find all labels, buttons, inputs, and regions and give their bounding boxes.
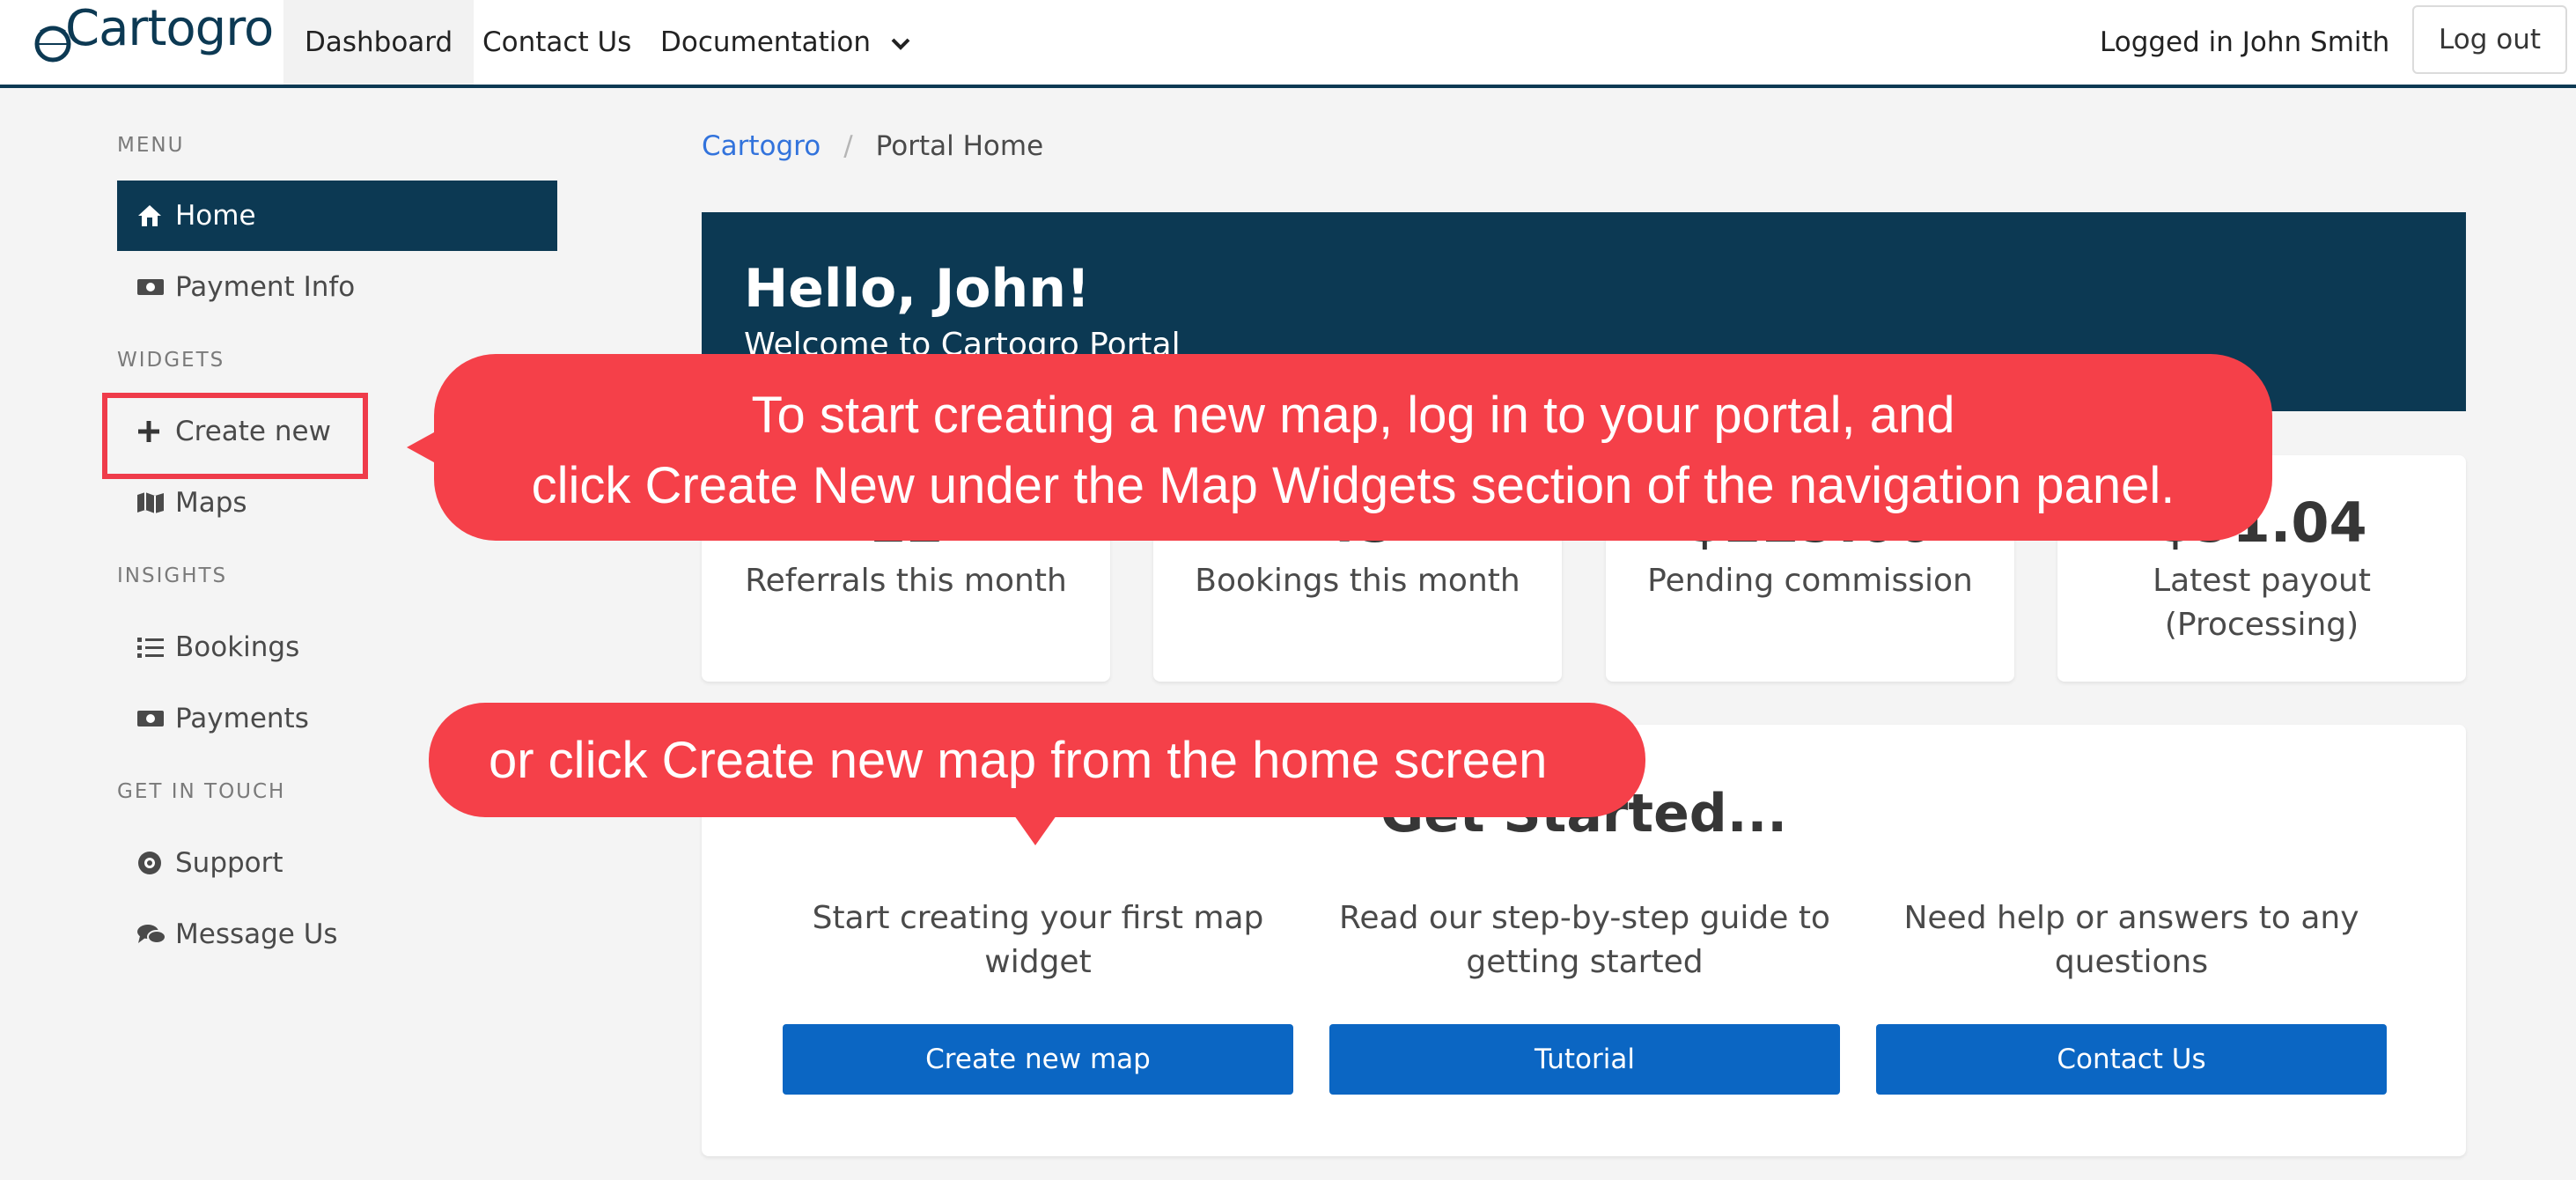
- callout-line-1: To start creating a new map, log in to y…: [751, 387, 1955, 444]
- breadcrumb-root-link[interactable]: Cartogro: [702, 130, 821, 162]
- logout-button[interactable]: Log out: [2412, 5, 2567, 74]
- stat-label: Referrals this month: [745, 563, 1067, 599]
- nav-documentation-label: Documentation: [660, 26, 871, 58]
- money-icon: [136, 709, 175, 728]
- list-icon: [136, 636, 175, 659]
- callout-create-new-map: or click Create new map from the home sc…: [429, 703, 1645, 817]
- tutorial-button[interactable]: Tutorial: [1329, 1024, 1840, 1095]
- chevron-down-icon: [890, 26, 911, 58]
- sidebar-item-payment-info[interactable]: Payment Info: [117, 252, 557, 322]
- life-ring-icon: [136, 850, 175, 876]
- callout-pointer-down-icon: [1014, 815, 1056, 845]
- get-started-text-create: Start creating your first map widget: [812, 900, 1264, 980]
- callout-line-2: click Create New under the Map Widgets s…: [531, 457, 2175, 514]
- sidebar-item-label: Support: [175, 847, 283, 879]
- stat-label: Pending commission: [1647, 563, 1973, 599]
- nav-dashboard[interactable]: Dashboard: [283, 0, 475, 85]
- logo[interactable]: Cartogro: [30, 0, 274, 76]
- create-new-map-button[interactable]: Create new map: [783, 1024, 1293, 1095]
- sidebar-item-label: Bookings: [175, 631, 300, 663]
- get-started-text-tutorial: Read our step-by-step guide to getting s…: [1339, 900, 1830, 980]
- breadcrumb-separator: /: [843, 130, 853, 162]
- home-icon: [136, 203, 175, 228]
- callout-text: or click Create new map from the home sc…: [489, 731, 1548, 789]
- logo-text: Cartogro: [65, 0, 274, 57]
- sidebar-item-bookings[interactable]: Bookings: [117, 612, 557, 682]
- sidebar-item-home[interactable]: Home: [117, 181, 557, 251]
- insights-section-label: INSIGHTS: [117, 564, 228, 587]
- sidebar-item-message-us[interactable]: Message Us: [117, 899, 557, 970]
- stat-label: Bookings this month: [1195, 563, 1520, 599]
- get-started-text-contact: Need help or answers to any questions: [1903, 900, 2359, 980]
- sidebar-item-label: Message Us: [175, 918, 338, 950]
- top-navbar: Cartogro Dashboard Contact Us Documentat…: [0, 0, 2576, 88]
- sidebar-item-label: Home: [175, 200, 256, 232]
- breadcrumb: Cartogro / Portal Home: [702, 130, 1043, 162]
- stat-label: Latest payout (Processing): [2153, 563, 2371, 643]
- money-icon: [136, 277, 175, 297]
- comments-icon: [136, 922, 175, 947]
- create-new-highlight: [102, 393, 368, 479]
- nav-contact-us[interactable]: Contact Us: [482, 0, 631, 85]
- sidebar-item-label: Maps: [175, 487, 247, 519]
- sidebar-item-support[interactable]: Support: [117, 828, 557, 898]
- breadcrumb-current: Portal Home: [875, 130, 1044, 162]
- sidebar-item-label: Payment Info: [175, 271, 356, 303]
- hero-title: Hello, John!: [744, 258, 1091, 320]
- map-icon: [136, 491, 175, 514]
- get-in-touch-section-label: GET IN TOUCH: [117, 780, 286, 803]
- widgets-section-label: WIDGETS: [117, 349, 225, 372]
- callout-create-new: To start creating a new map, log in to y…: [434, 354, 2272, 541]
- nav-documentation[interactable]: Documentation: [660, 0, 911, 85]
- user-status: Logged in John Smith: [2100, 26, 2390, 58]
- contact-us-button[interactable]: Contact Us: [1876, 1024, 2387, 1095]
- menu-section-label: MENU: [117, 134, 185, 157]
- sidebar-item-label: Payments: [175, 703, 309, 734]
